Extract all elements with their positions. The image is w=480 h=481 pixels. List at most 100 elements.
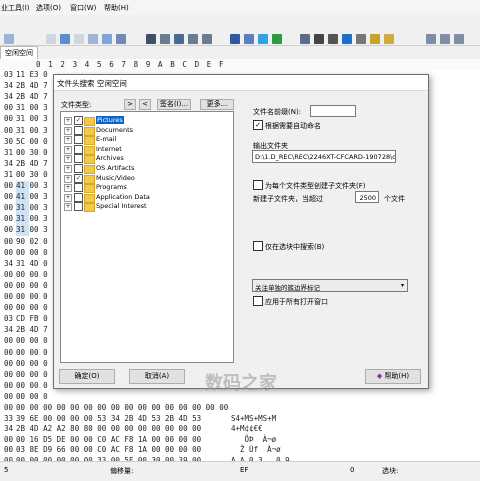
tree-checkbox[interactable]: [74, 125, 83, 135]
tab-free-space[interactable]: 空闲空间: [0, 46, 38, 59]
expand-icon[interactable]: +: [64, 174, 72, 183]
disk2-icon[interactable]: [314, 34, 324, 44]
doc-icon[interactable]: [74, 34, 84, 44]
status-selection-label: 选块:: [382, 467, 399, 475]
find-hex-icon[interactable]: [160, 34, 170, 44]
file-header-search-dialog: 文件头搜索 空闲空间 文件类型: > < 签名(I)... 更多... + ✓ Pi…: [53, 74, 429, 389]
folder-icon: [84, 145, 95, 155]
hex-row-lead: 30: [4, 136, 14, 146]
folder-icon: [84, 165, 95, 174]
apply-all-checkbox[interactable]: [253, 296, 263, 306]
tree-checkbox[interactable]: [74, 144, 83, 154]
hex-col-label: A: [158, 60, 163, 69]
expand-icon[interactable]: +: [64, 193, 72, 202]
menu-tools[interactable]: 业工具(I): [1, 3, 30, 13]
tb-icon-c[interactable]: [454, 34, 464, 44]
open-icon[interactable]: [4, 34, 14, 44]
hex-row-lead: 34: [4, 158, 14, 168]
hex-row-lead: 00: [4, 214, 14, 224]
hex-row-lead: 00: [4, 369, 14, 379]
find-text-icon[interactable]: [174, 34, 184, 44]
hex-row-bytes: 41 00 3: [16, 181, 48, 190]
subfolder-count-input[interactable]: 2500: [355, 191, 379, 203]
expand-icon[interactable]: +: [64, 136, 72, 145]
tree-item-label: Documents: [96, 125, 134, 134]
menu-options[interactable]: 选项(O): [36, 3, 61, 13]
hex-row-lead: 00: [4, 181, 14, 190]
doc3-icon[interactable]: [102, 34, 112, 44]
hex-row-bytes: CD FB 0: [16, 314, 48, 324]
hex-row-bytes: 00 00 0: [16, 347, 48, 357]
doc2-icon[interactable]: [88, 34, 98, 44]
tree-checkbox[interactable]: [74, 135, 83, 145]
hex-row-bytes: 2B 4D 7: [16, 92, 48, 102]
tree-checkbox[interactable]: [74, 192, 83, 202]
status-offset-value: EF: [240, 466, 249, 474]
next-button[interactable]: >: [124, 99, 136, 110]
subfolder-checkbox[interactable]: [253, 180, 263, 190]
replace-icon[interactable]: [188, 34, 198, 44]
more-button[interactable]: 更多...: [200, 99, 234, 110]
toolbar: [0, 15, 480, 46]
filename-prefix-input[interactable]: [310, 105, 356, 117]
bulb-icon[interactable]: [384, 34, 394, 44]
tree-checkbox[interactable]: ✓: [74, 173, 83, 183]
ball-icon[interactable]: [370, 34, 380, 44]
signature-button[interactable]: 签名(I)...: [157, 99, 191, 110]
expand-icon[interactable]: +: [64, 165, 72, 173]
tree-checkbox[interactable]: [74, 202, 83, 212]
help-icon: ◆: [376, 372, 383, 380]
back-icon[interactable]: [258, 34, 268, 44]
expand-icon[interactable]: +: [64, 184, 72, 193]
paste-icon[interactable]: [60, 34, 70, 44]
expand-icon[interactable]: +: [64, 155, 72, 164]
hex-row-ascii: 4+M¢¢€€: [231, 424, 263, 434]
forward-icon[interactable]: [272, 34, 282, 44]
tree-checkbox[interactable]: [74, 154, 83, 164]
tree-checkbox[interactable]: [74, 183, 83, 193]
ok-button[interactable]: 确定(O): [59, 369, 115, 384]
disk-icon[interactable]: [300, 34, 310, 44]
dialog-title: 文件头搜索 空闲空间: [57, 79, 127, 88]
expand-icon[interactable]: +: [64, 117, 72, 125]
expand-icon[interactable]: +: [64, 126, 72, 135]
image-icon[interactable]: [342, 34, 352, 44]
hex-row-bytes: 00 00 0: [16, 380, 48, 390]
goto-offset-icon[interactable]: [244, 34, 254, 44]
help-button[interactable]: ◆ 帮助(H): [365, 369, 421, 384]
hex-row-bytes: 31 00 3: [16, 125, 48, 135]
tb-icon-a[interactable]: [426, 34, 436, 44]
binoculars-icon[interactable]: [146, 34, 156, 44]
tb-icon-b[interactable]: [440, 34, 450, 44]
folder-icon: [84, 203, 95, 213]
hex-row-bytes: 00 00 0: [16, 391, 48, 401]
hex-row-lead: 00: [4, 114, 14, 124]
hex-row-bytes: 00 30 0: [16, 147, 48, 157]
menu-window[interactable]: 窗口(W): [70, 3, 96, 13]
prev-button[interactable]: <: [139, 99, 151, 110]
expand-icon[interactable]: +: [64, 145, 72, 154]
chevron-down-icon: ▾: [400, 282, 404, 289]
tree-checkbox[interactable]: [74, 164, 83, 173]
hex-col-label: E: [206, 60, 212, 69]
goto-icon[interactable]: [230, 34, 240, 44]
dialog-title-bar[interactable]: 文件头搜索 空闲空间: [54, 75, 428, 91]
copy-icon[interactable]: [46, 34, 56, 44]
output-folder-input[interactable]: D:\1.D_REC\REC\2246XT-CFCARD-190728\d: [252, 150, 396, 163]
disk3-icon[interactable]: [328, 34, 338, 44]
file-type-tree[interactable]: + ✓ Pictures + Documents + E-mail + Internet + Arc…: [60, 111, 234, 363]
auto-name-checkbox[interactable]: ✓: [253, 120, 263, 130]
cancel-button[interactable]: 取消(A): [129, 369, 185, 384]
boundary-select[interactable]: 关注单独的簇边界标记 ▾: [252, 279, 408, 292]
hex-col-label: 4: [84, 60, 90, 69]
expand-icon[interactable]: +: [64, 203, 72, 212]
selection-only-checkbox[interactable]: [253, 241, 263, 251]
hex-row-lead: 00: [4, 203, 14, 213]
tree-checkbox[interactable]: ✓: [74, 116, 83, 125]
grid-icon[interactable]: [116, 34, 126, 44]
tool-icon[interactable]: [356, 34, 366, 44]
hex-row-bytes: 31 00 3: [16, 214, 48, 224]
menu-help[interactable]: 帮助(H): [104, 3, 129, 13]
tree-item-label: Application Data: [96, 192, 150, 201]
replace2-icon[interactable]: [202, 34, 212, 44]
